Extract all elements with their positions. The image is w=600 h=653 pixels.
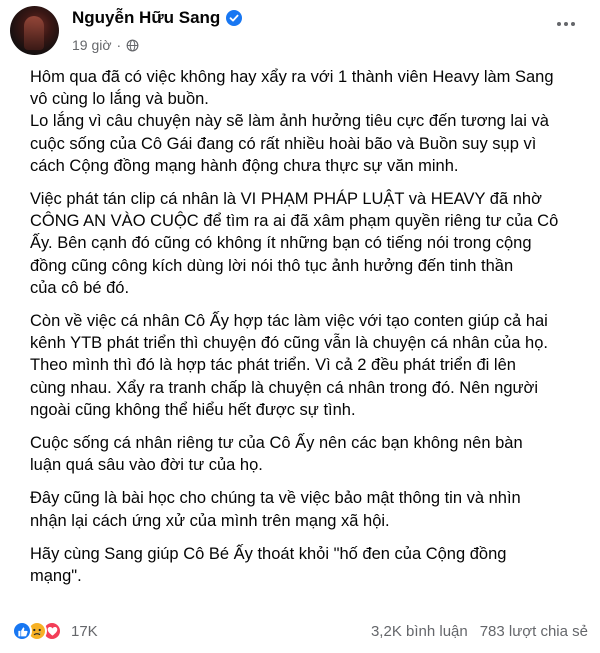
like-icon xyxy=(12,621,32,641)
paragraph-6: Hãy cùng Sang giúp Cô Bé Ấy thoát khỏi "… xyxy=(30,543,590,587)
text-line: cùng nhau. Xẩy ra tranh chấp là chuyện c… xyxy=(30,378,539,397)
text-line: Hôm qua đã có việc không hay xẩy ra với … xyxy=(30,68,554,86)
text-line: Việc phát tán clip cá nhân là VI PHẠM PH… xyxy=(30,190,542,209)
paragraph-3: Còn về việc cá nhân Cô Ấy hợp tác làm vi… xyxy=(30,310,590,421)
reaction-icons[interactable] xyxy=(12,621,62,641)
text-line: luận quá sâu vào đời tư của họ. xyxy=(30,456,263,475)
text-line: kênh YTB phát triển thì chuyện đó cũng v… xyxy=(30,334,548,353)
post-time[interactable]: 19 giờ xyxy=(72,37,112,53)
post-body: Hôm qua đã có việc không hay xẩy ra với … xyxy=(30,66,590,598)
text-line: cuộc sống của Cô Gái đang có rất nhiều h… xyxy=(30,134,537,153)
paragraph-5: Đây cũng là bài học cho chúng ta về việc… xyxy=(30,487,590,531)
text-line: Còn về việc cá nhân Cô Ấy hợp tác làm vi… xyxy=(30,312,548,331)
share-count[interactable]: 783 lượt chia sẻ xyxy=(480,623,588,640)
dot-icon xyxy=(571,22,575,26)
text-line: Theo mình thì đó là hợp tác phát triển. … xyxy=(30,356,516,375)
text-line: Cuộc sống cá nhân riêng tư của Cô Ấy nên… xyxy=(30,434,523,453)
dot-icon xyxy=(564,22,568,26)
text-line: Hãy cùng Sang giúp Cô Bé Ấy thoát khỏi "… xyxy=(30,544,507,563)
verified-badge-icon xyxy=(226,10,243,26)
avatar-figure xyxy=(24,16,44,50)
text-line: của cô bé đó. xyxy=(30,278,130,297)
text-line: ngoài cũng không thể hiểu hết được sự tì… xyxy=(30,400,356,419)
engagement-stats: 3,2K bình luận 783 lượt chia sẻ xyxy=(371,623,588,640)
author-name[interactable]: Nguyễn Hữu Sang xyxy=(72,8,220,28)
comment-count[interactable]: 3,2K bình luận xyxy=(371,623,468,640)
text-line: đồng cũng công kích dùng lời nói thô tục… xyxy=(30,256,514,275)
more-options-button[interactable] xyxy=(554,16,578,32)
globe-icon[interactable] xyxy=(126,39,139,52)
paragraph-2: Việc phát tán clip cá nhân là VI PHẠM PH… xyxy=(30,188,590,299)
reaction-count[interactable]: 17K xyxy=(71,623,98,640)
post-footer: 17K 3,2K bình luận 783 lượt chia sẻ xyxy=(12,616,588,646)
text-line: mạng". xyxy=(30,567,82,586)
text-line: Ấy. Bên cạnh đó cũng có không ít những b… xyxy=(30,234,532,253)
paragraph-4: Cuộc sống cá nhân riêng tư của Cô Ấy nên… xyxy=(30,432,590,476)
paragraph-1: Hôm qua đã có việc không hay xẩy ra với … xyxy=(30,66,590,177)
dot-icon xyxy=(557,22,561,26)
text-line: cách Cộng đồng mạng hành động chưa thực … xyxy=(30,156,459,175)
meta-separator: · xyxy=(116,37,122,53)
post-header: Nguyễn Hữu Sang 19 giờ · xyxy=(10,4,590,60)
text-line: CÔNG AN VÀO CUỘC để tìm ra ai đã xâm phạ… xyxy=(30,212,559,231)
author-row: Nguyễn Hữu Sang xyxy=(72,8,243,28)
text-line: Lo lắng vì câu chuyện này sẽ làm ảnh hưở… xyxy=(30,112,549,131)
author-avatar[interactable] xyxy=(10,6,59,55)
text-line: vô cùng lo lắng và buồn. xyxy=(30,90,209,109)
post-meta: 19 giờ · xyxy=(72,37,139,53)
text-line: nhận lại cách ứng xử của mình trên mạng … xyxy=(30,511,390,530)
text-line: Đây cũng là bài học cho chúng ta về việc… xyxy=(30,489,521,508)
